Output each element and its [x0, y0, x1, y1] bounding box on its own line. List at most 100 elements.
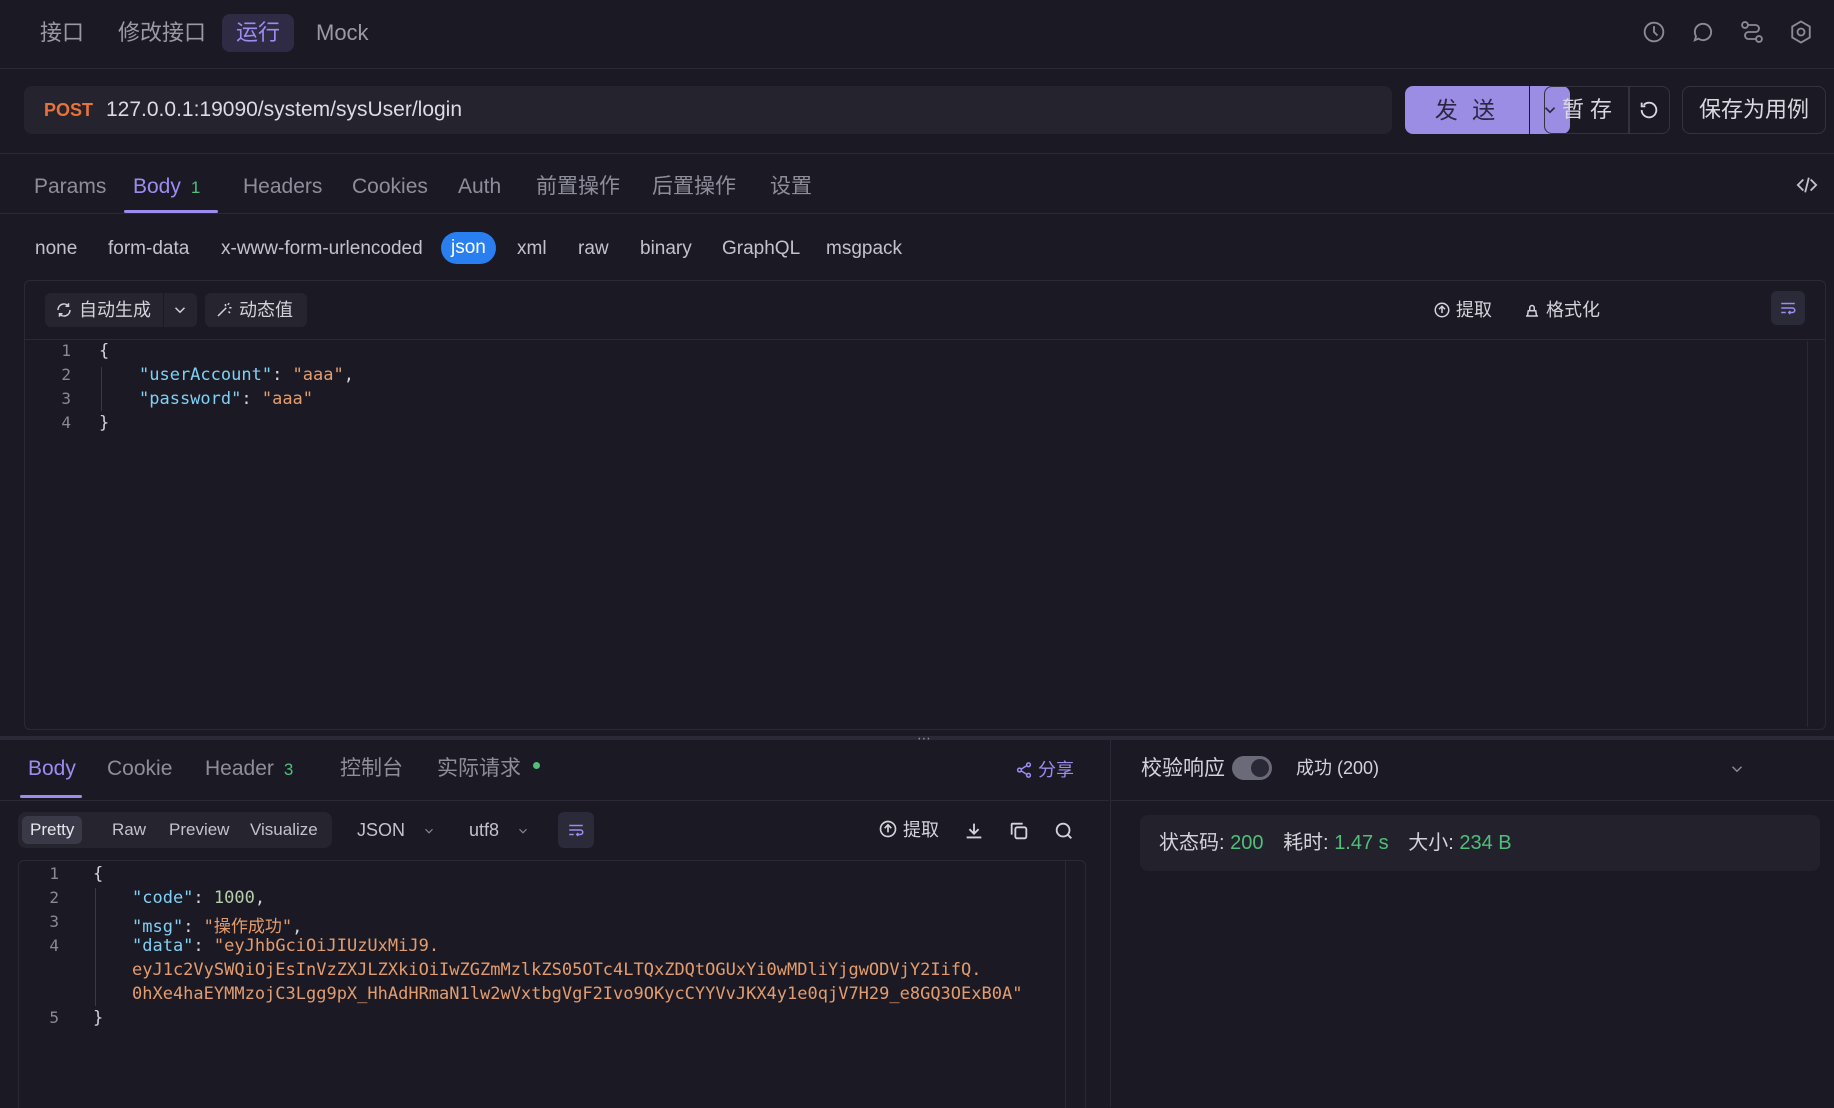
download-icon[interactable]: [963, 820, 985, 842]
validate-response-toggle[interactable]: [1232, 756, 1272, 780]
code-line: "password": "aaa": [139, 389, 314, 409]
code-line-wrap: eyJ1c2VySWQiOjEsInVzZXJLZXkiOiIwZGZmMzlk…: [132, 960, 982, 980]
dynamic-value-label: 动态值: [239, 300, 293, 320]
refresh-icon: [1640, 101, 1658, 119]
validation-status: 成功 (200): [1296, 758, 1380, 778]
resp-extract-label: 提取: [903, 820, 940, 840]
tab-auth[interactable]: Auth: [458, 172, 501, 202]
view-mode-switch: Pretty Raw Preview Visualize: [18, 812, 332, 848]
format-button[interactable]: 格式化: [1523, 295, 1600, 325]
reset-button[interactable]: [1628, 86, 1670, 134]
tab-params[interactable]: Params: [34, 172, 106, 202]
settings-icon[interactable]: [1787, 18, 1815, 46]
tab-run[interactable]: 运行: [222, 14, 295, 52]
word-wrap-icon: [569, 824, 584, 837]
wrap-toggle-button[interactable]: [1771, 291, 1805, 325]
indent-guide: [101, 367, 102, 411]
stash-button[interactable]: 暂 存: [1544, 86, 1630, 134]
upload-circle-icon: [1434, 302, 1450, 318]
search-icon[interactable]: [1053, 820, 1075, 842]
tab-edit-interface[interactable]: 修改接口: [104, 14, 220, 52]
encoding-select[interactable]: utf8: [469, 816, 530, 844]
encoding-select-value: utf8: [469, 820, 500, 840]
body-type-binary[interactable]: binary: [640, 235, 692, 263]
resp-tab-cookie[interactable]: Cookie: [107, 754, 172, 784]
body-type-raw[interactable]: raw: [578, 235, 609, 263]
status-dot: [532, 762, 540, 769]
comment-icon[interactable]: [1689, 18, 1717, 46]
tab-settings[interactable]: 设置: [770, 172, 812, 202]
url-bar[interactable]: POST 127.0.0.1:19090/system/sysUser/logi…: [24, 86, 1392, 134]
view-pretty[interactable]: Pretty: [22, 816, 83, 844]
body-type-none[interactable]: none: [35, 235, 77, 263]
upload-circle-icon: [879, 820, 897, 838]
save-as-case-button[interactable]: 保存为用例: [1682, 86, 1826, 134]
size-value: 234 B: [1459, 832, 1512, 854]
body-type-json[interactable]: json: [441, 232, 496, 264]
tab-interface[interactable]: 接口: [26, 14, 98, 52]
chevron-down-icon: [1731, 766, 1743, 773]
auto-generate-label: 自动生成: [79, 300, 151, 320]
resp-extract-button[interactable]: 提取: [878, 816, 939, 844]
code-line: }: [93, 1008, 104, 1028]
code-line: "data": "eyJhbGciOiJIUzUxMiJ9.: [132, 936, 440, 956]
extract-button[interactable]: 提取: [1433, 295, 1492, 325]
view-visualize[interactable]: Visualize: [242, 816, 326, 844]
line-number: 4: [49, 936, 59, 955]
response-body-viewer[interactable]: 1 { 2 "code": 1000, 3 "msg": "操作成功", 4 "…: [18, 860, 1086, 1108]
body-type-form-data[interactable]: form-data: [108, 235, 189, 263]
body-count-badge: 1: [190, 178, 201, 197]
copy-icon[interactable]: [1008, 820, 1030, 842]
tab-post-operations[interactable]: 后置操作: [652, 172, 736, 202]
extract-label: 提取: [1456, 300, 1493, 320]
line-number: 3: [61, 389, 71, 408]
resp-tab-header-label: Header: [205, 757, 274, 780]
view-preview[interactable]: Preview: [161, 816, 237, 844]
tab-pre-operations[interactable]: 前置操作: [536, 172, 620, 202]
code-line: "code": 1000,: [132, 888, 266, 908]
code-line-wrap: 0hXe4haEYMMzojC3Lgg9pX_HhAdHRmaN1lw2wVxt…: [132, 984, 1023, 1004]
request-body-editor[interactable]: 自动生成 动态值 提取 格式化 1 { 2 "userAccount": "aa…: [24, 280, 1826, 730]
share-icon: [1016, 762, 1032, 778]
response-stats: 状态码: 200 耗时: 1.47 s 大小: 234 B: [1140, 815, 1820, 871]
resp-wrap-toggle[interactable]: [558, 812, 594, 848]
body-type-urlencoded[interactable]: x-www-form-urlencoded: [221, 235, 423, 263]
divider: [0, 153, 1834, 154]
resp-tab-body[interactable]: Body: [28, 754, 76, 784]
tab-body[interactable]: Body 1: [133, 172, 200, 203]
format-label: 格式化: [1546, 300, 1601, 320]
code-line: {: [99, 341, 110, 361]
header-count-badge: 3: [283, 760, 294, 779]
divider: [0, 800, 1109, 801]
resp-tab-actual-request[interactable]: 实际请求: [437, 754, 540, 784]
code-view-icon[interactable]: [1796, 174, 1818, 196]
tab-mock[interactable]: Mock: [302, 14, 383, 52]
flow-icon[interactable]: [1738, 18, 1766, 46]
format-select[interactable]: JSON: [357, 816, 436, 844]
view-raw[interactable]: Raw: [104, 816, 154, 844]
send-button[interactable]: 发 送: [1405, 86, 1529, 134]
share-button[interactable]: 分享: [1015, 758, 1074, 782]
line-number: 2: [61, 365, 71, 384]
scrollbar-track[interactable]: [1807, 341, 1808, 727]
tab-headers[interactable]: Headers: [243, 172, 322, 202]
time-label: 耗时:: [1283, 832, 1329, 854]
body-type-graphql[interactable]: GraphQL: [722, 235, 800, 263]
url-input[interactable]: 127.0.0.1:19090/system/sysUser/login: [106, 86, 462, 134]
resp-tab-console[interactable]: 控制台: [340, 754, 403, 784]
editor-toolbar: 自动生成 动态值 提取 格式化: [25, 281, 1825, 340]
broom-icon: [1526, 304, 1538, 317]
expand-chevron[interactable]: [1728, 760, 1746, 778]
tab-cookies[interactable]: Cookies: [352, 172, 428, 202]
history-icon[interactable]: [1640, 18, 1668, 46]
active-tab-indicator: [20, 795, 82, 798]
auto-generate-button[interactable]: 自动生成: [45, 293, 197, 327]
body-type-xml[interactable]: xml: [517, 235, 547, 263]
http-method[interactable]: POST: [44, 86, 93, 134]
resp-tab-header[interactable]: Header 3: [205, 754, 293, 785]
line-number: 1: [49, 864, 59, 883]
dynamic-value-button[interactable]: 动态值: [205, 293, 307, 327]
scrollbar-track[interactable]: [1065, 861, 1066, 1108]
body-type-msgpack[interactable]: msgpack: [826, 235, 902, 263]
refresh-icon: [57, 303, 71, 317]
